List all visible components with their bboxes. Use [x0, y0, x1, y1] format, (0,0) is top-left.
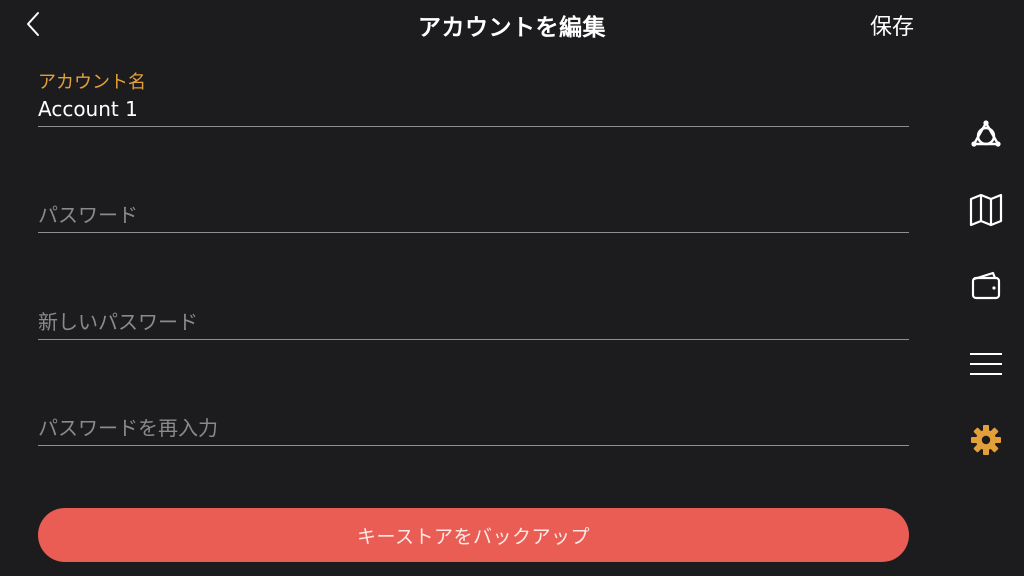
nav-item-map[interactable]: [966, 190, 1006, 230]
account-name-label: アカウント名: [38, 72, 146, 93]
wallet-icon: [971, 271, 1001, 300]
new-password-input[interactable]: [38, 307, 909, 337]
map-icon: [969, 193, 1003, 227]
triangle-node-icon: [971, 120, 1001, 147]
header: アカウントを編集 保存: [0, 0, 1024, 48]
backup-keystore-button[interactable]: キーストアをバックアップ: [38, 508, 909, 562]
account-name-input[interactable]: [38, 94, 909, 124]
nav-item-menu[interactable]: [966, 344, 1006, 384]
gear-icon: [971, 425, 1001, 455]
nav-item-nodes[interactable]: [966, 116, 1006, 156]
confirm-password-underline: [38, 445, 909, 446]
save-button[interactable]: 保存: [870, 9, 914, 41]
account-name-underline: [38, 126, 909, 127]
confirm-password-input[interactable]: [38, 413, 909, 443]
side-nav: [944, 100, 1024, 480]
password-underline: [38, 232, 909, 233]
new-password-underline: [38, 339, 909, 340]
menu-icon: [970, 353, 1002, 375]
password-input[interactable]: [38, 200, 909, 230]
nav-item-wallet[interactable]: [966, 266, 1006, 306]
edit-account-screen: アカウントを編集 保存 アカウント名 キーストアをバックアップ: [0, 0, 1024, 576]
nav-item-settings[interactable]: [966, 420, 1006, 460]
